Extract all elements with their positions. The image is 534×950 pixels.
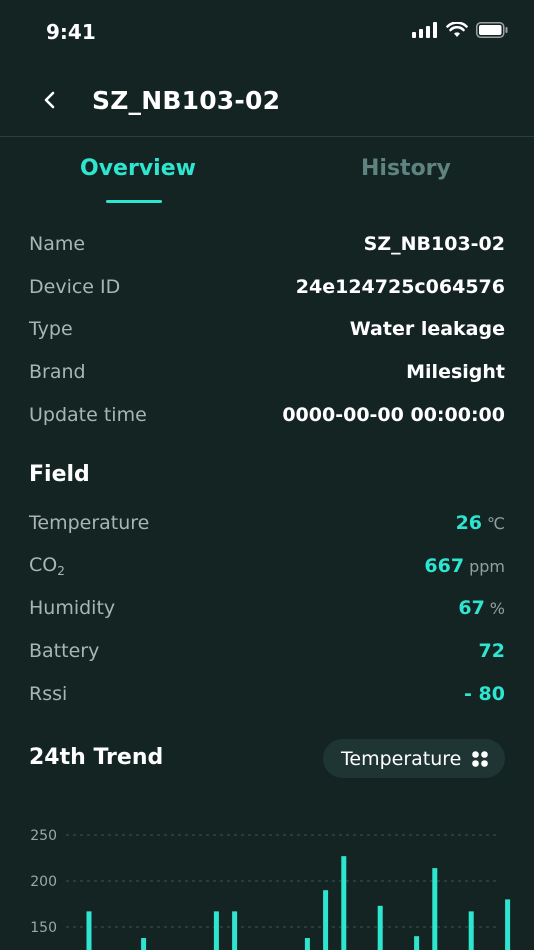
trend-section-title: 24th Trend — [29, 745, 164, 770]
field-label: Temperature — [29, 512, 150, 534]
info-value: 0000-00-00 00:00:00 — [282, 404, 505, 426]
active-tab-indicator — [106, 200, 162, 203]
chart-bar — [377, 905, 383, 950]
chart-bar — [304, 938, 310, 950]
temperature-unit: ℃ — [487, 514, 505, 533]
wifi-icon — [446, 22, 468, 37]
info-value: 24e124725c064576 — [295, 276, 505, 298]
four-dots-icon — [472, 750, 489, 767]
chart-bar — [141, 938, 147, 950]
tab-history[interactable]: History — [361, 156, 451, 181]
chart-bar — [341, 856, 347, 950]
chart-bar — [432, 868, 438, 950]
info-label: Update time — [29, 404, 147, 426]
rssi-value: - 80 — [464, 683, 505, 705]
tab-overview[interactable]: Overview — [80, 156, 196, 181]
chart-bar — [468, 911, 474, 950]
info-row-type: Type Water leakage — [29, 314, 505, 344]
info-value: Milesight — [406, 361, 505, 383]
info-label: Name — [29, 233, 86, 255]
back-button[interactable] — [36, 86, 64, 114]
cellular-signal-icon — [412, 22, 437, 38]
chart-bar — [213, 911, 219, 950]
field-row-humidity: Humidity 67% — [29, 593, 505, 623]
tab-bar: Overview History — [0, 138, 534, 208]
chart-y-tick-label: 150 — [30, 920, 57, 936]
co2-label: CO — [29, 554, 58, 576]
field-value-wrap: 67% — [458, 597, 505, 619]
info-row-device-id: Device ID 24e124725c064576 — [29, 272, 505, 302]
info-value: Water leakage — [349, 318, 505, 340]
trend-selector-label: Temperature — [341, 747, 462, 770]
app-header: SZ_NB103-02 — [0, 64, 534, 137]
info-value: SZ_NB103-02 — [363, 233, 505, 255]
field-row-temperature: Temperature 26 ℃ — [29, 508, 505, 538]
status-time: 9:41 — [46, 20, 96, 44]
chart-y-tick-label: 200 — [30, 874, 57, 890]
status-bar: 9:41 — [0, 0, 534, 64]
co2-unit: ppm — [469, 557, 505, 576]
field-label-wrap: CO2 — [29, 554, 65, 578]
chart-bar — [232, 911, 238, 950]
field-label: Rssi — [29, 683, 68, 705]
co2-value: 667 — [424, 555, 465, 577]
humidity-unit: % — [489, 599, 505, 618]
chart-bar — [414, 936, 420, 950]
field-value-wrap: 667 ppm — [424, 555, 505, 577]
field-row-rssi: Rssi - 80 — [29, 679, 505, 709]
chevron-left-icon — [44, 91, 55, 109]
trend-metric-selector[interactable]: Temperature — [323, 739, 505, 778]
trend-bar-chart: 150 200 250 — [30, 828, 511, 950]
field-section-title: Field — [29, 462, 90, 487]
co2-subscript: 2 — [57, 564, 65, 578]
battery-value: 72 — [478, 640, 505, 662]
info-row-brand: Brand Milesight — [29, 357, 505, 387]
battery-icon — [476, 22, 508, 38]
info-row-name: Name SZ_NB103-02 — [29, 229, 505, 259]
info-label: Device ID — [29, 276, 121, 298]
temperature-value: 26 — [455, 512, 483, 534]
info-label: Type — [29, 318, 73, 340]
info-label: Brand — [29, 361, 86, 383]
chart-bar — [505, 899, 511, 950]
field-value-wrap: 26 ℃ — [456, 512, 505, 534]
field-row-co2: CO2 667 ppm — [29, 551, 505, 581]
chart-y-tick-label: 250 — [30, 828, 57, 844]
chart-bar — [86, 911, 92, 950]
status-icons — [412, 22, 508, 38]
field-row-battery: Battery 72 — [29, 636, 505, 666]
page-title: SZ_NB103-02 — [92, 86, 281, 115]
chart-bar — [323, 890, 329, 950]
humidity-value: 67 — [458, 597, 485, 619]
field-label: Battery — [29, 640, 100, 662]
field-label: Humidity — [29, 597, 116, 619]
info-row-update-time: Update time 0000-00-00 00:00:00 — [29, 400, 505, 430]
